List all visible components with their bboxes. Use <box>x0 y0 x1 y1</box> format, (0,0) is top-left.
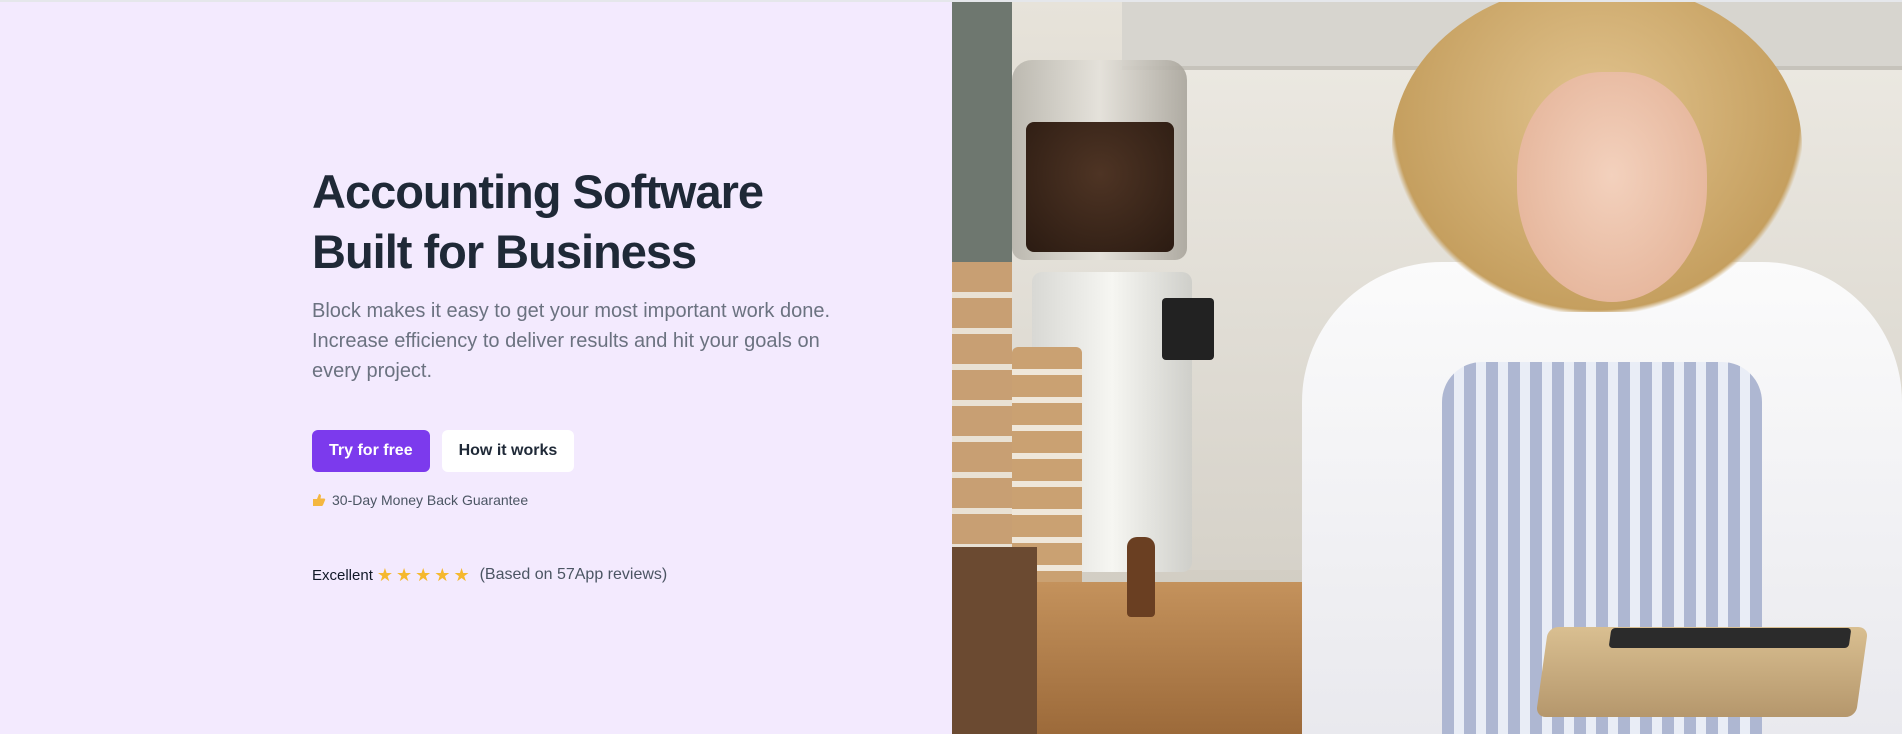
hero-photo <box>952 2 1902 734</box>
money-back-guarantee: 30-Day Money Back Guarantee <box>312 492 872 508</box>
star-icon: ★ <box>415 565 432 585</box>
hero-text: Accounting Software Built for Business B… <box>312 162 872 584</box>
photo-tablet-screen <box>1608 628 1852 648</box>
photo-grinder-screen <box>1162 298 1214 360</box>
photo-wooden-box <box>952 547 1037 734</box>
photo-coffee-beans <box>1026 122 1174 252</box>
hero-title-line-2: Built for Business <box>312 225 697 278</box>
rating-label: Excellent <box>312 566 373 584</box>
star-icon: ★ <box>376 565 394 585</box>
guarantee-text: 30-Day Money Back Guarantee <box>332 492 529 508</box>
photo-face <box>1517 72 1707 302</box>
reviews-count: (Based on 57App reviews) <box>479 566 668 583</box>
hero-subtitle: Block makes it easy to get your most imp… <box>312 300 830 382</box>
hero-content-panel: Accounting Software Built for Business B… <box>0 2 952 734</box>
star-icon: ★ <box>434 565 451 585</box>
star-icon: ★ <box>396 565 413 585</box>
how-it-works-button[interactable]: How it works <box>441 430 575 472</box>
rating-row: Excellent ★ ★ ★ ★ ★ (Based on 57App revi… <box>312 566 872 584</box>
hero-title-line-1: Accounting Software <box>312 165 764 218</box>
try-for-free-button[interactable]: Try for free <box>312 430 430 472</box>
rating-stars: ★ ★ ★ ★ ★ <box>377 566 470 584</box>
hand-thumb-icon <box>312 493 326 507</box>
cta-row: Try for free How it works <box>312 430 872 472</box>
star-icon: ★ <box>453 565 470 585</box>
photo-tamper <box>1127 537 1155 617</box>
hero-title: Accounting Software Built for Business <box>312 162 872 282</box>
